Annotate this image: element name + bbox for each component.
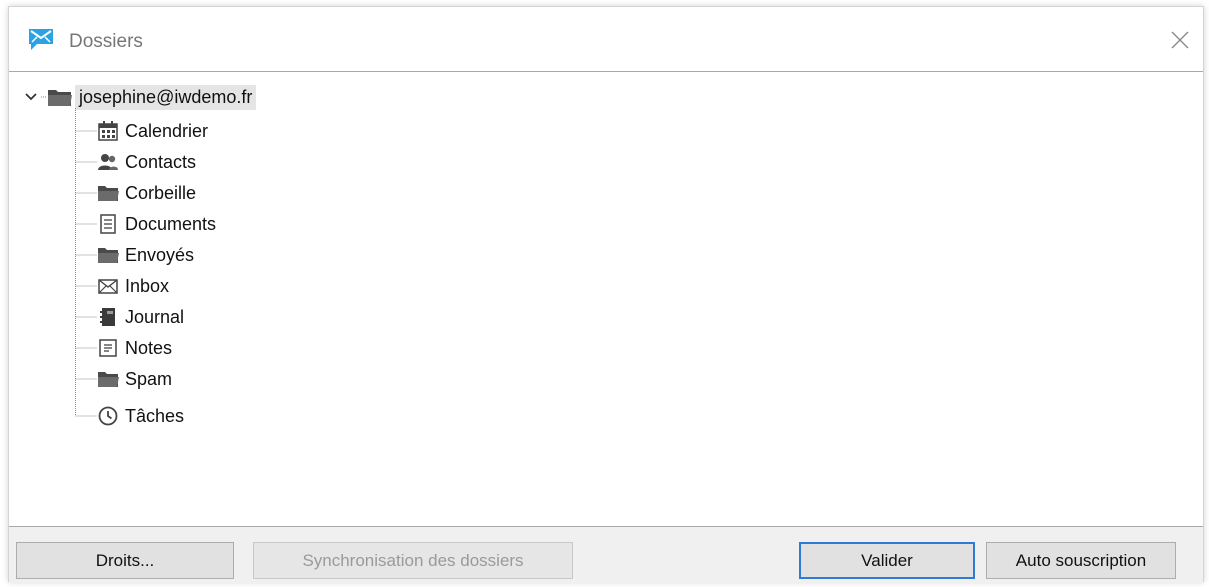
- tree-item-label: Corbeille: [125, 182, 197, 203]
- tree-item-label: Journal: [125, 306, 185, 327]
- tree-item-documents[interactable]: Documents: [97, 209, 216, 239]
- tree-item-notes[interactable]: Notes: [97, 333, 172, 363]
- calendar-icon: [98, 121, 118, 141]
- notes-icon: [99, 339, 117, 357]
- tree-item-corbeille[interactable]: Corbeille: [97, 178, 196, 208]
- journal-icon: [100, 308, 115, 326]
- validate-button[interactable]: Valider: [799, 542, 975, 579]
- tree-item-contacts[interactable]: Contacts: [97, 147, 196, 177]
- close-icon[interactable]: [1165, 25, 1195, 55]
- folder-tree: josephine@iwdemo.fr Calendrier Contacts …: [9, 71, 1203, 527]
- tree-item-label: Inbox: [125, 275, 170, 296]
- auto-subscribe-button[interactable]: Auto souscription: [986, 542, 1176, 579]
- dossiers-dialog: Dossiers josephine@iwdemo.fr Calendrier …: [8, 6, 1204, 583]
- tree-root-account[interactable]: josephine@iwdemo.fr: [23, 82, 257, 112]
- account-label: josephine@iwdemo.fr: [75, 84, 257, 110]
- document-icon: [100, 214, 116, 234]
- tree-item-label: Documents: [125, 213, 217, 234]
- chevron-down-icon[interactable]: [23, 89, 39, 105]
- tree-item-journal[interactable]: Journal: [97, 302, 184, 332]
- tree-item-calendrier[interactable]: Calendrier: [97, 116, 208, 146]
- tree-item-label: Calendrier: [125, 120, 209, 141]
- folder-icon: [98, 372, 119, 387]
- rights-button[interactable]: Droits...: [16, 542, 234, 579]
- envelope-icon: [98, 279, 118, 294]
- tree-item-label: Tâches: [125, 405, 185, 426]
- tree-item-envoyes[interactable]: Envoyés: [97, 240, 194, 270]
- app-logo-icon: [29, 29, 53, 50]
- contacts-icon: [98, 154, 118, 170]
- tree-item-label: Spam: [125, 368, 173, 389]
- sync-folders-button: Synchronisation des dossiers: [253, 542, 573, 579]
- title-bar: Dossiers: [9, 7, 1203, 71]
- dialog-footer: Droits... Synchronisation des dossiers V…: [9, 527, 1203, 583]
- folder-icon: [98, 186, 119, 201]
- tree-item-spam[interactable]: Spam: [97, 364, 172, 394]
- tree-item-label: Notes: [125, 337, 173, 358]
- tree-item-label: Contacts: [125, 151, 197, 172]
- tree-item-inbox[interactable]: Inbox: [97, 271, 169, 301]
- tree-item-label: Envoyés: [125, 244, 195, 265]
- folder-icon: [48, 90, 72, 106]
- folder-icon: [98, 248, 119, 263]
- tree-item-taches[interactable]: Tâches: [97, 401, 184, 431]
- window-title: Dossiers: [69, 31, 143, 52]
- clock-icon: [98, 406, 118, 426]
